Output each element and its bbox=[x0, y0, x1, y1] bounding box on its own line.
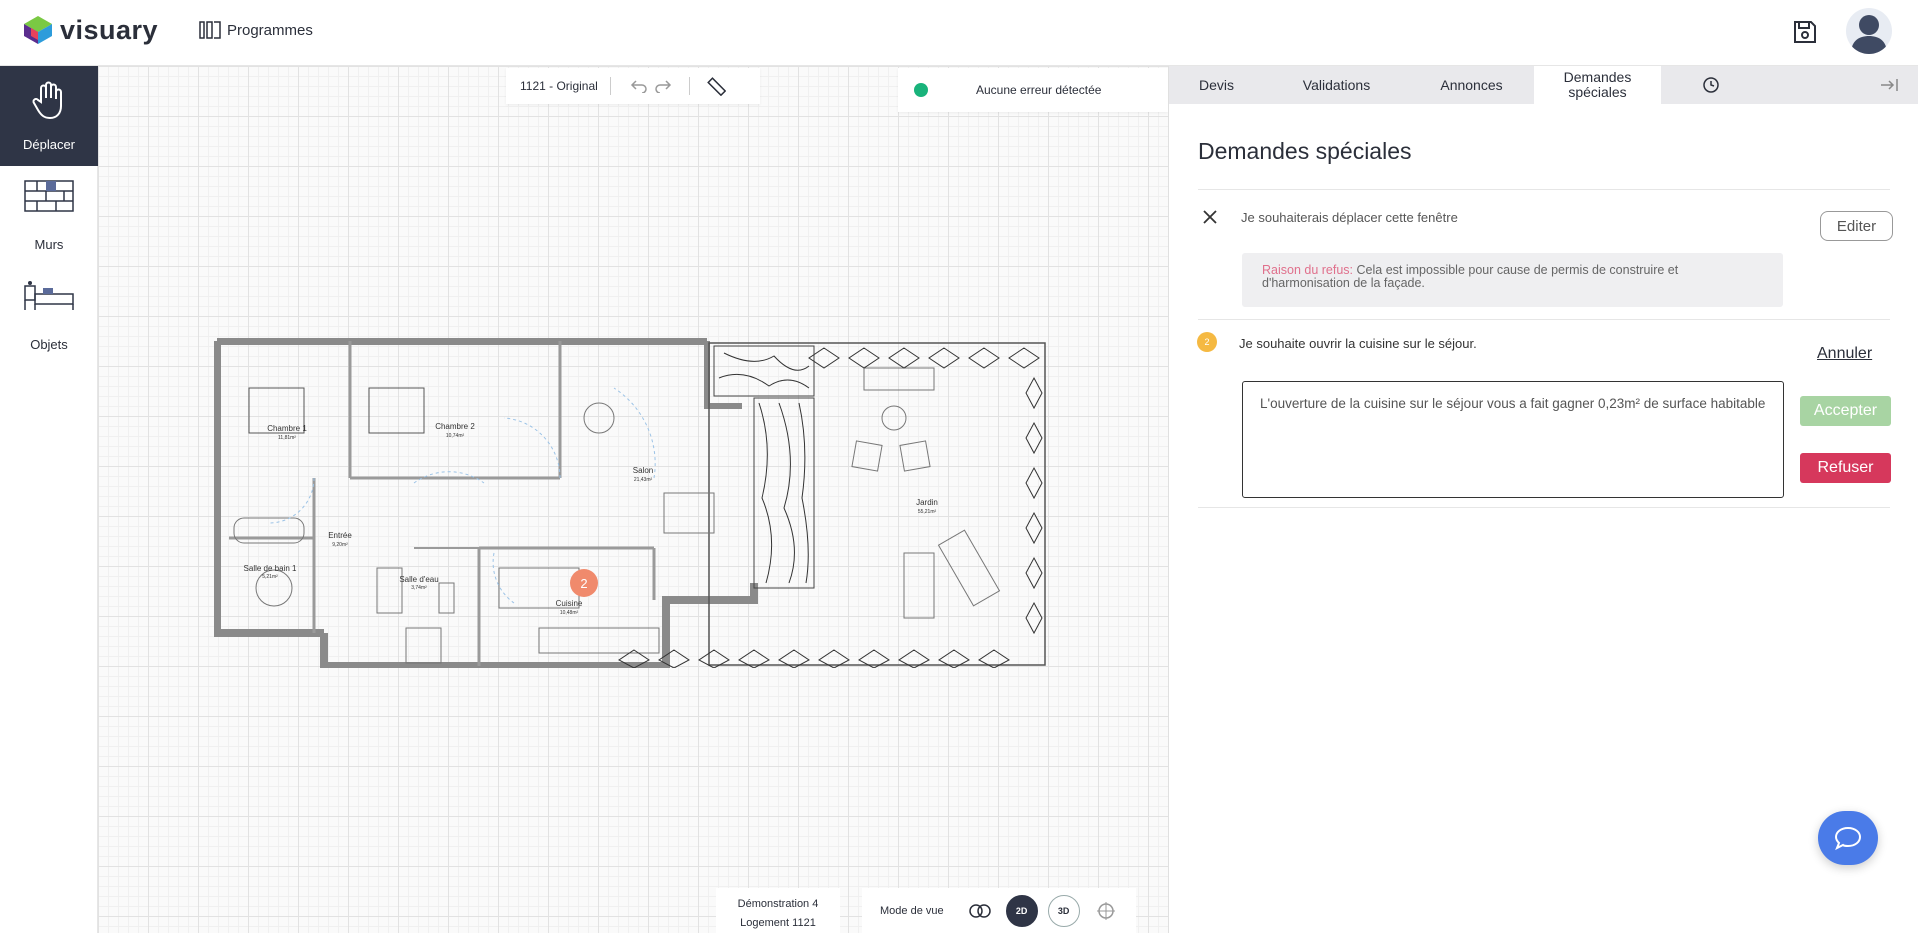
room-area: 9,20m² bbox=[332, 542, 348, 548]
room-area: 55,21m² bbox=[918, 509, 937, 515]
project-info: Démonstration 4 Logement 1121 bbox=[716, 888, 840, 933]
refusal-label: Raison du refus: bbox=[1262, 263, 1354, 277]
undo-icon[interactable] bbox=[627, 74, 651, 98]
wall-icon bbox=[24, 180, 74, 212]
room-label: Jardin bbox=[916, 498, 938, 507]
room-label: Cuisine bbox=[556, 599, 583, 608]
room-label: Salon bbox=[633, 466, 653, 475]
tool-label: Déplacer bbox=[22, 137, 76, 152]
chat-button[interactable] bbox=[1818, 811, 1878, 865]
version-toolbar: 1121 - Original bbox=[506, 68, 760, 104]
version-label[interactable]: 1121 - Original bbox=[506, 77, 611, 95]
refusal-reason: Raison du refus: Cela est impossible pou… bbox=[1242, 253, 1783, 307]
save-icon[interactable] bbox=[1792, 19, 1818, 45]
left-toolbar: Déplacer Murs Objets bbox=[0, 66, 98, 933]
room-label: Salle d'eau bbox=[399, 575, 438, 584]
room-area: 10,74m² bbox=[446, 433, 465, 439]
tool-deplacer[interactable]: Déplacer bbox=[0, 66, 98, 166]
room-label: Chambre 2 bbox=[435, 422, 475, 431]
marker-number: 2 bbox=[580, 576, 587, 591]
tab-validations[interactable]: Validations bbox=[1264, 66, 1409, 104]
view-2d-button[interactable]: 2D bbox=[1005, 894, 1038, 927]
tab-history[interactable] bbox=[1661, 66, 1761, 104]
logo[interactable]: visuary bbox=[22, 14, 158, 46]
room-area: 5,21m² bbox=[262, 574, 278, 580]
refuse-button[interactable]: Refuser bbox=[1800, 453, 1891, 483]
divider bbox=[1198, 507, 1890, 508]
room-area: 21,43m² bbox=[634, 477, 653, 483]
divider bbox=[1198, 189, 1890, 190]
panel-title: Demandes spéciales bbox=[1198, 138, 1412, 164]
logo-icon bbox=[24, 16, 52, 44]
tool-objets[interactable]: Objets bbox=[0, 266, 98, 366]
room-area: 11,81m² bbox=[278, 435, 296, 441]
response-textarea[interactable]: L'ouverture de la cuisine sur le séjour … bbox=[1242, 381, 1784, 498]
avatar[interactable] bbox=[1846, 8, 1892, 54]
redo-icon[interactable] bbox=[651, 74, 675, 98]
clock-icon bbox=[1703, 77, 1719, 93]
tool-label: Murs bbox=[34, 237, 64, 252]
building-icon bbox=[199, 21, 221, 39]
accept-button[interactable]: Accepter bbox=[1800, 396, 1891, 426]
room-area: 3,74m² bbox=[411, 585, 427, 591]
floor-plan[interactable]: Chambre 1 11,81m² Chambre 2 10,74m² Salo… bbox=[214, 338, 1048, 668]
chat-icon bbox=[1834, 826, 1862, 851]
request-text: Je souhaiterais déplacer cette fenêtre bbox=[1241, 210, 1458, 225]
tab-demandes-speciales[interactable]: Demandes spéciales bbox=[1534, 66, 1661, 104]
top-bar: visuary Programmes bbox=[0, 0, 1918, 66]
hand-icon bbox=[32, 81, 62, 120]
request-number-badge: 2 bbox=[1197, 332, 1217, 352]
edit-button[interactable]: Editer bbox=[1820, 211, 1893, 241]
room-label: Entrée bbox=[328, 531, 352, 540]
room-label: Chambre 1 bbox=[267, 424, 307, 433]
project-name: Démonstration 4 bbox=[737, 898, 819, 910]
view-mode-bar: Mode de vue 2D 3D bbox=[862, 888, 1136, 933]
side-panel: Devis Validations Annonces Demandes spéc… bbox=[1168, 66, 1918, 933]
request-marker[interactable]: 2 bbox=[570, 569, 598, 597]
panel-tabs: Devis Validations Annonces Demandes spéc… bbox=[1169, 66, 1918, 104]
collapse-icon bbox=[1881, 79, 1898, 91]
orbit-icon[interactable] bbox=[1090, 895, 1122, 927]
user-icon bbox=[1851, 15, 1887, 54]
furniture-icon bbox=[24, 281, 74, 310]
status-text: Aucune erreur détectée bbox=[976, 83, 1102, 97]
room-label: Salle de bain 1 bbox=[244, 564, 297, 573]
tool-murs[interactable]: Murs bbox=[0, 166, 98, 266]
status-bar: Aucune erreur détectée bbox=[898, 68, 1168, 112]
separator bbox=[688, 77, 690, 95]
divider bbox=[1198, 319, 1890, 320]
cancel-link[interactable]: Annuler bbox=[1817, 345, 1872, 363]
logo-text: visuary bbox=[60, 14, 159, 45]
compare-icon[interactable] bbox=[964, 895, 996, 927]
view-mode-label: Mode de vue bbox=[880, 904, 944, 917]
tool-label: Objets bbox=[30, 337, 68, 352]
programmes-label: Programmes bbox=[227, 21, 313, 39]
room-area: 10,48m² bbox=[560, 610, 579, 616]
status-indicator bbox=[914, 83, 928, 97]
programmes-link[interactable]: Programmes bbox=[199, 21, 313, 39]
collapse-panel-button[interactable] bbox=[1761, 66, 1918, 104]
ruler-icon[interactable] bbox=[704, 74, 728, 98]
tab-annonces[interactable]: Annonces bbox=[1409, 66, 1534, 104]
view-3d-button[interactable]: 3D bbox=[1047, 894, 1080, 927]
close-icon[interactable] bbox=[1199, 206, 1221, 228]
request-text: Je souhaite ouvrir la cuisine sur le séj… bbox=[1239, 336, 1477, 351]
tab-devis[interactable]: Devis bbox=[1169, 66, 1264, 104]
unit-name: Logement 1121 bbox=[740, 917, 816, 929]
